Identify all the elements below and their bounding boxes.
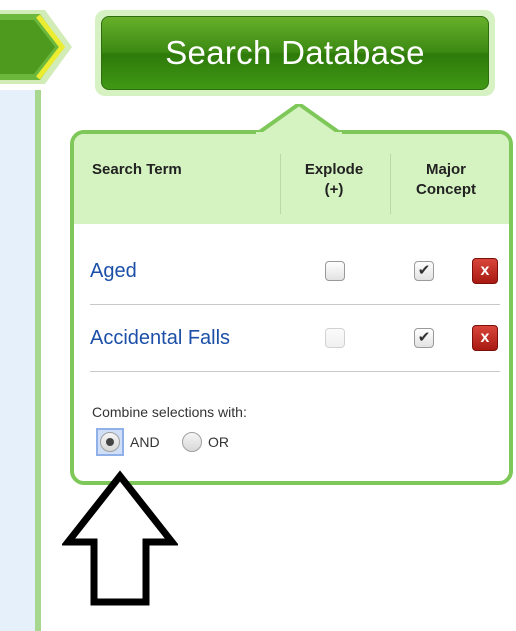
search-database-button[interactable]: Search Database	[101, 16, 489, 90]
table-header: Search Term Explode (+) Major Concept	[74, 134, 509, 224]
header-divider	[280, 154, 281, 214]
and-radio[interactable]	[100, 432, 120, 452]
delete-term-button[interactable]: x	[472, 325, 498, 351]
header-major-line1: Major	[425, 161, 466, 178]
major-concept-checkbox[interactable]: ✔	[414, 328, 434, 348]
close-x-icon: x	[480, 262, 490, 279]
and-radio-label[interactable]: AND	[130, 432, 160, 452]
major-concept-checkbox[interactable]: ✔	[414, 261, 434, 281]
explode-checkbox[interactable]	[325, 261, 345, 281]
left-sidebar	[0, 90, 40, 631]
chevron-right-icon	[0, 10, 72, 84]
delete-term-button[interactable]: x	[472, 258, 498, 284]
up-arrow-icon	[62, 470, 178, 606]
row-divider	[90, 371, 500, 372]
header-major-line2: Concept	[416, 181, 476, 198]
combine-label: Combine selections with:	[92, 404, 247, 420]
header-divider	[390, 154, 391, 214]
or-radio-label[interactable]: OR	[208, 432, 229, 452]
search-database-button-frame: Search Database	[95, 10, 495, 96]
or-radio[interactable]	[182, 432, 202, 452]
table-row: Aged ✔ x	[90, 238, 500, 304]
header-explode: Explode (+)	[284, 160, 384, 200]
explode-checkbox	[325, 328, 345, 348]
app-window: Search Database Search Term Explode (+) …	[0, 0, 516, 631]
header-search-term: Search Term	[92, 161, 182, 178]
search-term-link[interactable]: Accidental Falls	[90, 305, 230, 371]
header-major-concept: Major Concept	[396, 160, 496, 200]
search-term-link[interactable]: Aged	[90, 238, 137, 304]
popup-pointer	[254, 104, 344, 136]
header-explode-line2: (+)	[324, 181, 344, 198]
close-x-icon: x	[480, 329, 490, 346]
header-explode-line1: Explode	[304, 161, 364, 178]
table-row: Accidental Falls ✔ x	[90, 305, 500, 371]
sidebar-border	[35, 90, 41, 631]
search-terms-panel: Search Term Explode (+) Major Concept Ag…	[70, 104, 513, 485]
